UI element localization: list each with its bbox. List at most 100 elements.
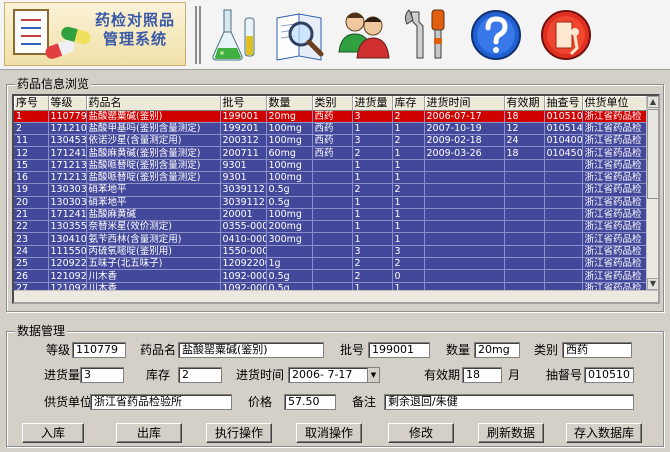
table-cell: 3 — [392, 245, 425, 259]
scroll-up-icon[interactable]: ▲ — [647, 96, 658, 108]
table-cell: 1g — [266, 257, 313, 271]
table-row[interactable]: 12 171241 盐酸麻黄碱(鉴别含量测定) 200711 60mg 西药 2 1 2009-… — [14, 146, 649, 160]
help-tool-button[interactable] — [466, 3, 524, 65]
purchase-date-picker[interactable]: 2006- 7-17 ▼ — [288, 367, 380, 383]
spot-check-field[interactable]: 010510 — [584, 367, 634, 383]
price-field[interactable]: 57.50 — [284, 394, 336, 410]
inventory-field[interactable]: 2 — [178, 367, 222, 383]
table-cell: 浙江省药品检 — [582, 159, 649, 172]
table-row[interactable]: 21 171241 盐酸麻黄碱 20001 100mg 1 1 浙江省药品检 — [14, 208, 649, 222]
table-row[interactable]: 19 130303 硝苯地平 3039112 0.5g 2 2 浙江省药品检 — [14, 183, 649, 197]
table-row[interactable]: 16 171213 盐酸哌替啶(鉴别含量测定) 9301 100mg 1 1 浙江省药品检 — [14, 171, 649, 185]
table-cell: 盐酸麻黄碱 — [86, 208, 221, 222]
toolbar-separator — [195, 6, 201, 64]
table-row[interactable]: 15 171213 盐酸哌替啶(鉴别含量测定) 9301 100mg 1 1 浙江省药品检 — [14, 159, 649, 172]
table-cell — [504, 196, 545, 209]
table-cell: 100mg — [266, 159, 313, 172]
dropdown-arrow-icon[interactable]: ▼ — [367, 368, 379, 382]
users-tool-button[interactable] — [334, 3, 392, 65]
table-cell: 200711 — [220, 146, 267, 160]
table-cell — [544, 245, 583, 259]
category-field[interactable]: 西药 — [562, 342, 632, 358]
cancel-button[interactable]: 取消操作 — [296, 423, 362, 443]
table-cell: 盐酸罂粟碱(鉴别) — [86, 110, 221, 123]
table-row[interactable]: 23130410氨苄西林(含量测定用)0410-0004300mg 11 浙江省药品… — [14, 232, 649, 246]
table-cell: 171213 — [48, 159, 87, 172]
column-header[interactable]: 抽查号 — [544, 96, 583, 111]
settings-tool-button[interactable] — [398, 3, 456, 65]
column-header[interactable]: 批号 — [220, 96, 267, 111]
table-cell — [312, 257, 353, 271]
table-cell — [544, 232, 583, 246]
table-row-selected[interactable]: 1 110779 盐酸罂粟碱(鉴别) 199001 20mg 西药 3 2 2006-07-17… — [14, 110, 649, 123]
column-header[interactable]: 类别 — [312, 96, 353, 111]
table-cell: 171213 — [48, 171, 87, 185]
stock-out-button[interactable]: 出库 — [116, 423, 182, 443]
table-cell: 2006-07-17 — [424, 110, 505, 123]
table-cell: 25 — [14, 257, 49, 271]
grade-field[interactable]: 110779 — [72, 342, 126, 358]
stock-in-button[interactable]: 入库 — [22, 423, 84, 443]
vertical-scrollbar[interactable]: ▲ ▼ — [646, 96, 658, 302]
edit-button[interactable]: 修改 — [388, 423, 454, 443]
table-cell — [544, 171, 583, 185]
scroll-down-icon[interactable]: ▼ — [647, 278, 658, 290]
table-cell: 120922003 — [220, 257, 267, 271]
column-header[interactable]: 库存 — [392, 96, 425, 111]
table-cell: 130303 — [48, 183, 87, 197]
column-header[interactable]: 进货量 — [352, 96, 393, 111]
column-header[interactable]: 序号 — [14, 96, 49, 111]
table-row[interactable]: 24111550丙硫氧嘧啶(鉴别用)1550-0003 33 浙江省药品检 — [14, 245, 649, 259]
table-row[interactable]: 26121092川木香1092-00010.5g 20 浙江省药品检 — [14, 269, 649, 283]
table-cell: 20mg — [266, 110, 313, 123]
table-cell: 2 — [352, 146, 393, 160]
column-header[interactable]: 药品名 — [86, 96, 221, 111]
flask-tool-button[interactable] — [206, 3, 264, 65]
table-cell: 2007-10-19 — [424, 122, 505, 136]
column-header[interactable]: 数量 — [266, 96, 313, 111]
drug-table[interactable]: 序号 等级 药品名 批号 数量 类别 进货量 库存 进货时间 有效期 抽查号 供… — [12, 94, 660, 304]
exit-tool-button[interactable] — [536, 3, 594, 65]
save-to-db-button[interactable]: 存入数据库 — [566, 423, 642, 443]
table-cell: 100mg — [266, 208, 313, 222]
execute-button[interactable]: 执行操作 — [206, 423, 272, 443]
column-header[interactable]: 有效期 — [504, 96, 545, 111]
table-cell: 2 — [392, 134, 425, 148]
quantity-label: 数量 — [446, 343, 471, 357]
table-cell: 0355-0001 — [220, 220, 267, 234]
horizontal-scrollbar[interactable] — [14, 290, 658, 302]
expiry-unit: 月 — [508, 368, 521, 382]
note-field[interactable]: 剩余退回/朱健 — [384, 394, 634, 410]
table-cell: 010450 — [544, 146, 583, 160]
table-cell — [424, 257, 505, 271]
table-row[interactable]: 2 171210 盐酸甲基吗(鉴别含量测定) 199201 100mg 西药 1 1 2007-… — [14, 122, 649, 136]
table-row[interactable]: 25120922五味子(北五味子)1209220031g 22 浙江省药品检 — [14, 257, 649, 271]
table-cell: 0 — [392, 269, 425, 283]
drug-name-field[interactable]: 盐酸罂粟碱(鉴别) — [178, 342, 324, 358]
search-tool-button[interactable] — [270, 3, 328, 65]
stock-in-field[interactable]: 3 — [80, 367, 124, 383]
table-header: 序号 等级 药品名 批号 数量 类别 进货量 库存 进货时间 有效期 抽查号 供… — [14, 96, 649, 111]
spot-check-label: 抽督号 — [546, 368, 583, 382]
purchase-date-value: 2006- 7-17 — [292, 368, 353, 381]
app-logo: 药检对照品管理系统 — [4, 2, 186, 66]
column-header[interactable]: 供货单位 — [582, 96, 649, 111]
quantity-field[interactable]: 20mg — [474, 342, 520, 358]
supplier-field[interactable]: 浙江省药品检验所 — [90, 394, 232, 410]
table-row[interactable]: 11 130453 依诺沙星(含量测定用) 200312 100mg 西药 3 2 2009-0… — [14, 134, 649, 148]
table-row[interactable]: 22130355奈替米星(效价测定)0355-0001200mg 11 浙江省药品检 — [14, 220, 649, 234]
table-row[interactable]: 20 130303 硝苯地平 3039112 0.5g 1 1 浙江省药品检 — [14, 196, 649, 209]
table-cell: 20 — [14, 196, 49, 209]
batch-field[interactable]: 199001 — [368, 342, 430, 358]
table-cell: 130355 — [48, 220, 87, 234]
table-cell: 010510 — [544, 110, 583, 123]
column-header[interactable]: 进货时间 — [424, 96, 505, 111]
refresh-button[interactable]: 刷新数据 — [478, 423, 544, 443]
expiry-field[interactable]: 18 — [462, 367, 502, 383]
browse-group-title: 药品信息浏览 — [15, 77, 92, 91]
table-cell: 1 — [14, 110, 49, 123]
manage-group-title: 数据管理 — [15, 324, 68, 338]
column-header[interactable]: 等级 — [48, 96, 87, 111]
scroll-thumb[interactable] — [647, 109, 658, 199]
table-cell — [544, 208, 583, 222]
